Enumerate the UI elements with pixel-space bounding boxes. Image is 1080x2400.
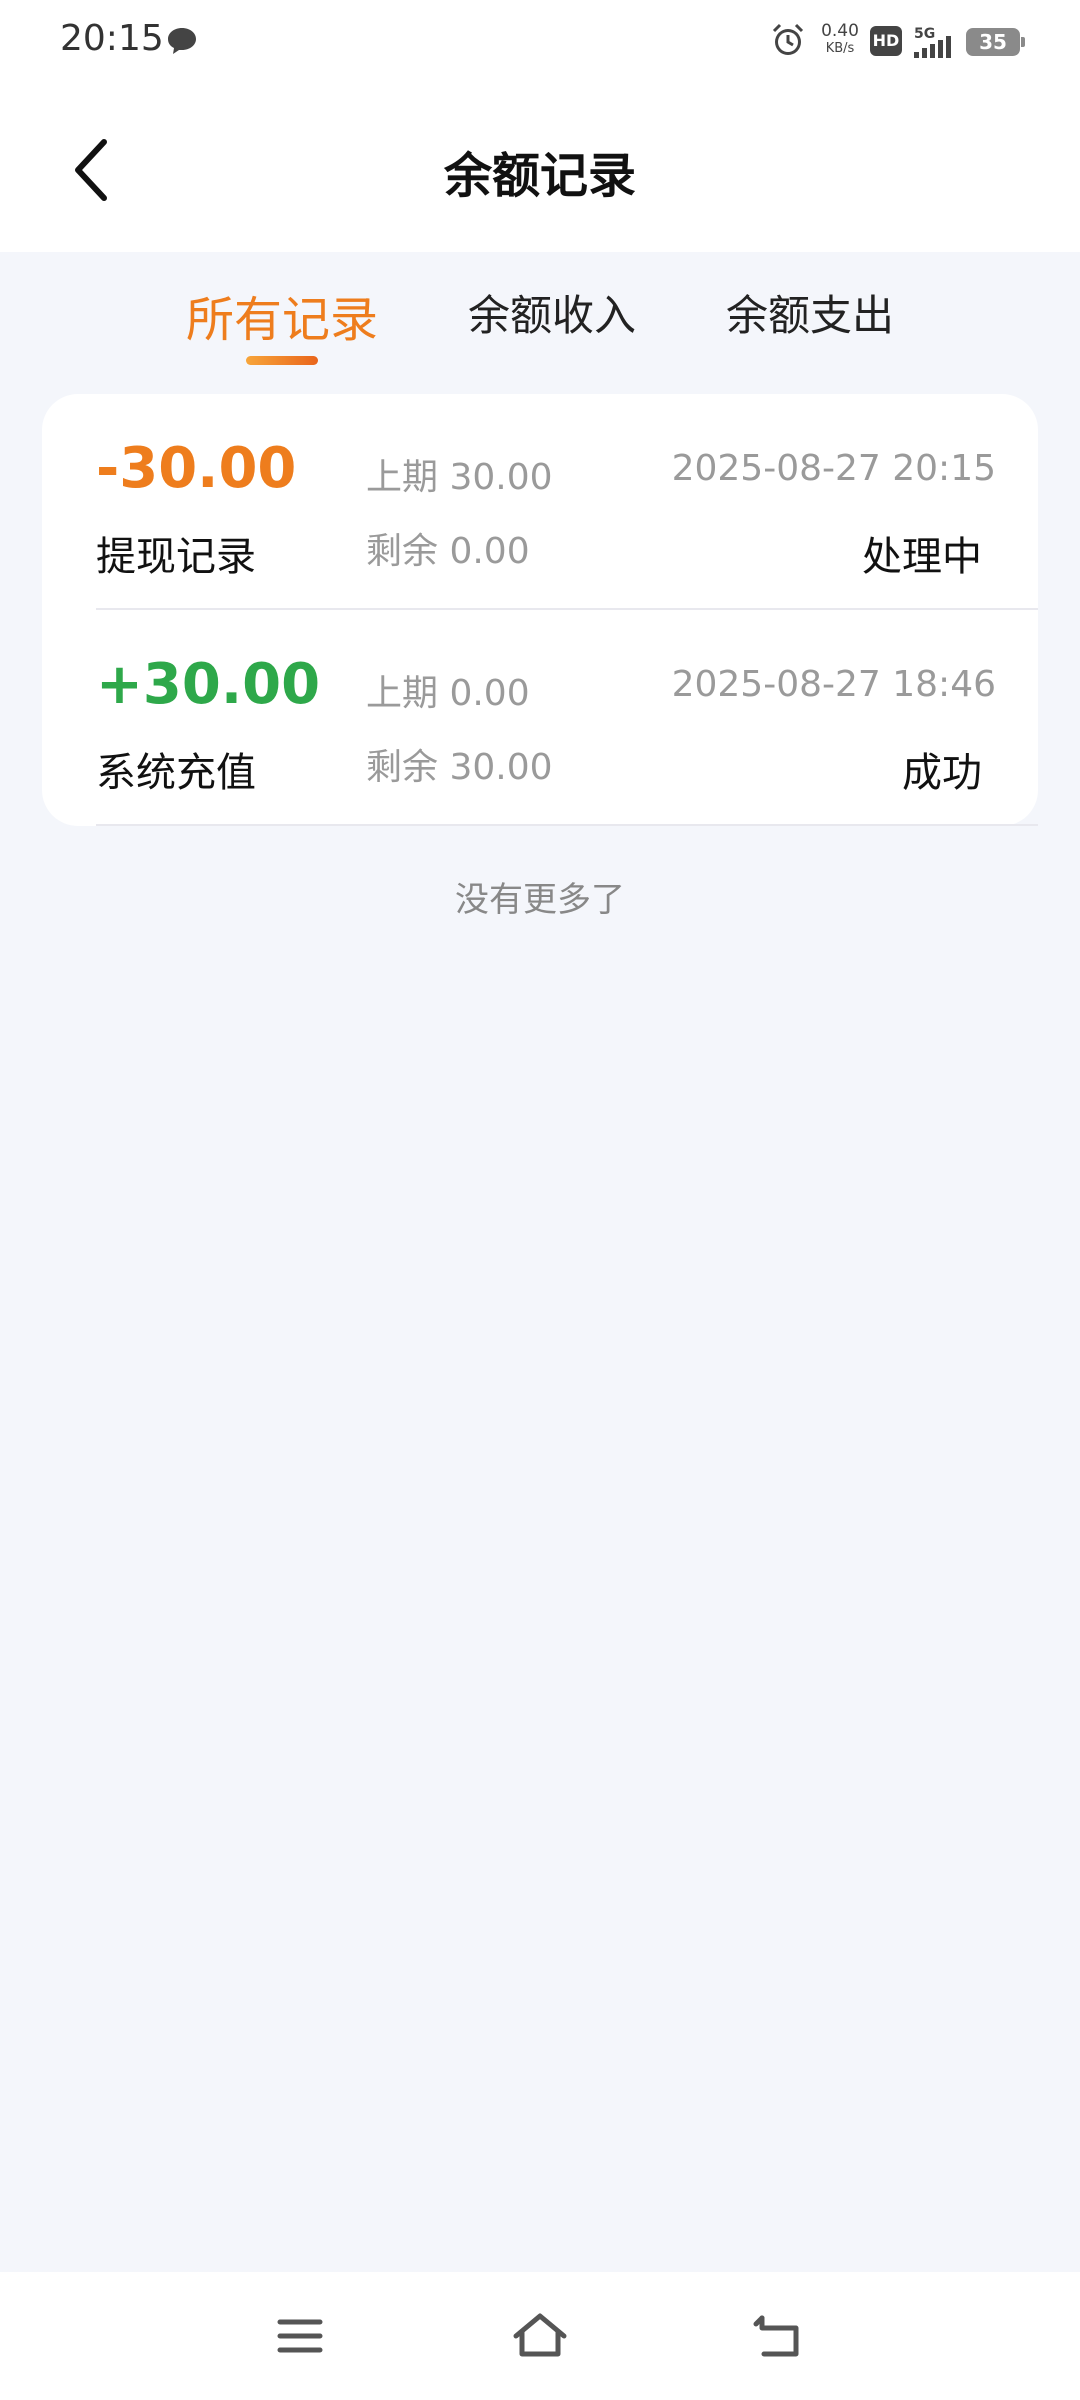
signal-5g-icon: 5G bbox=[914, 26, 951, 58]
list-item[interactable]: +30.00 系统充值 上期 0.00 剩余 30.00 2025-08-27 … bbox=[42, 610, 1038, 826]
battery-indicator: 35 bbox=[966, 28, 1025, 56]
record-remaining-balance: 剩余 0.00 bbox=[366, 531, 530, 572]
page-title: 余额记录 bbox=[443, 148, 636, 204]
network-speed-unit: KB/s bbox=[825, 41, 855, 56]
home-icon[interactable] bbox=[510, 2308, 570, 2364]
divider bbox=[96, 824, 1038, 826]
record-datetime: 2025-08-27 18:46 bbox=[671, 664, 996, 705]
tab-bar: 所有记录 余额收入 余额支出 bbox=[0, 252, 1080, 382]
network-speed: 0.40 KB/s bbox=[818, 22, 862, 58]
record-status: 处理中 bbox=[862, 534, 982, 580]
chat-bubble-icon bbox=[168, 28, 196, 54]
record-type: 提现记录 bbox=[96, 534, 256, 580]
record-previous-balance: 上期 30.00 bbox=[366, 457, 553, 498]
network-speed-value: 0.40 bbox=[821, 21, 859, 41]
back-icon[interactable] bbox=[750, 2308, 810, 2364]
record-amount: +30.00 bbox=[96, 652, 321, 717]
svg-text:5G: 5G bbox=[914, 26, 935, 42]
record-remaining-balance: 剩余 30.00 bbox=[366, 747, 553, 788]
hd-badge: HD bbox=[870, 26, 902, 56]
record-datetime: 2025-08-27 20:15 bbox=[671, 448, 996, 489]
status-time: 20:15 bbox=[60, 18, 164, 59]
header: 余额记录 bbox=[0, 86, 1080, 252]
system-nav-bar bbox=[0, 2272, 1080, 2400]
record-type: 系统充值 bbox=[96, 750, 256, 796]
menu-icon[interactable] bbox=[270, 2308, 330, 2364]
list-item[interactable]: -30.00 提现记录 上期 30.00 剩余 0.00 2025-08-27 … bbox=[42, 394, 1038, 610]
records-card: -30.00 提现记录 上期 30.00 剩余 0.00 2025-08-27 … bbox=[42, 394, 1038, 826]
status-bar: 20:15 0.40 KB/s HD 5G 35 bbox=[0, 0, 1080, 86]
status-indicators: 0.40 KB/s HD 5G 35 bbox=[770, 20, 1030, 64]
record-status: 成功 bbox=[902, 750, 982, 796]
tab-all-records[interactable]: 所有记录 bbox=[186, 280, 378, 350]
no-more-text: 没有更多了 bbox=[455, 880, 625, 920]
alarm-icon bbox=[772, 23, 804, 55]
record-previous-balance: 上期 0.00 bbox=[366, 673, 530, 714]
tab-income[interactable]: 余额收入 bbox=[468, 282, 636, 343]
record-amount: -30.00 bbox=[96, 436, 297, 501]
active-tab-indicator bbox=[246, 356, 318, 365]
tab-expense[interactable]: 余额支出 bbox=[726, 282, 894, 343]
